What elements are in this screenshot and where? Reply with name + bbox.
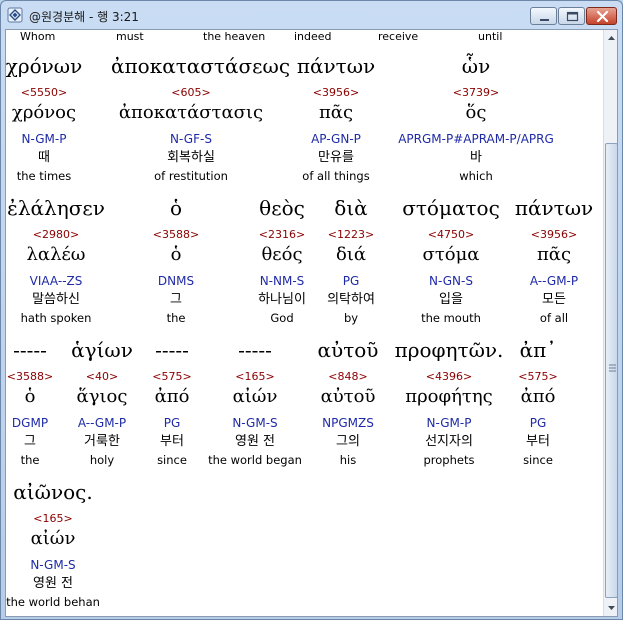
header-word: the heaven (203, 30, 266, 43)
lexical-form: ὅς (465, 102, 487, 123)
parsing-code: N-GM-P (21, 132, 67, 146)
english-gloss: of all things (302, 169, 370, 183)
parsing-code: A--GM-P (529, 274, 579, 288)
header-word: Whom (20, 30, 56, 43)
title-bar[interactable]: @원경분해 - 행 3:21 (1, 1, 622, 29)
greek-word: πάντων (296, 54, 376, 78)
strong-number: <5550> (20, 86, 68, 99)
parsing-code: N-GM-S (30, 558, 76, 572)
parsing-code: N-GF-S (170, 132, 212, 146)
lexical-form: ἀποκατάστασις (118, 102, 264, 123)
korean-gloss: 모든 (542, 292, 566, 307)
strong-number: <3739> (452, 86, 500, 99)
greek-word: ἀποκαταστάσεως (111, 54, 291, 78)
korean-gloss: 때 (38, 150, 50, 165)
strong-number: <575> (518, 370, 558, 383)
scroll-up-arrow-icon[interactable] (605, 31, 617, 46)
header-word: indeed (294, 30, 332, 43)
interlinear-view[interactable]: Whom must the heaven indeed receive unti… (5, 29, 618, 617)
scrollbar-thumb[interactable] (605, 143, 617, 598)
strong-number: <165> (33, 512, 73, 525)
window-title: @원경분해 - 행 3:21 (29, 10, 139, 24)
korean-gloss: 부터 (526, 434, 550, 449)
lexical-form: χρόνος (11, 102, 77, 123)
app-window: @원경분해 - 행 3:21 Whom must the heaven inde… (0, 0, 623, 620)
minimize-button[interactable] (530, 7, 557, 25)
greek-word: ὧν (461, 54, 491, 78)
english-gloss: of all (539, 311, 569, 325)
app-icon (7, 7, 23, 23)
header-word: until (478, 30, 503, 43)
lexical-form: πᾶς (536, 244, 572, 265)
vertical-scrollbar[interactable] (603, 30, 617, 616)
header-word: receive (378, 30, 419, 43)
greek-word: πάντων (514, 196, 594, 220)
greek-word: ἀπ᾽ (519, 338, 557, 362)
parsing-code: PG (529, 416, 547, 430)
korean-gloss: 바 (470, 150, 482, 165)
strong-number: <3956> (312, 86, 360, 99)
english-gloss: of restitution (154, 169, 228, 183)
lexical-form: αἰών (30, 528, 76, 549)
greek-word: χρόνων (5, 54, 83, 78)
maximize-button[interactable] (558, 7, 585, 25)
korean-gloss: 영원 전 (32, 576, 73, 591)
english-gloss: since (523, 453, 553, 467)
strong-number: <3956> (530, 228, 578, 241)
scroll-down-arrow-icon[interactable] (605, 600, 617, 615)
korean-gloss: 회복하실 (167, 150, 215, 165)
english-gloss: the world behan (6, 595, 100, 609)
english-gloss: which (459, 169, 493, 183)
interlinear-content: Whom must the heaven indeed receive unti… (6, 30, 602, 616)
header-word-row: Whom must the heaven indeed receive unti… (6, 30, 602, 48)
lexical-form: πᾶς (318, 102, 354, 123)
english-gloss: the times (16, 169, 72, 183)
lexical-form: ἀπό (520, 386, 556, 407)
greek-word: αἰῶνος. (13, 480, 93, 504)
strong-number: <605> (171, 86, 211, 99)
parsing-code: AP-GN-P (311, 132, 361, 146)
parsing-code: APRGM-P#APRAM-P/APRG (398, 132, 554, 146)
header-word: must (116, 30, 144, 43)
close-button[interactable] (586, 7, 617, 25)
korean-gloss: 만유를 (318, 150, 354, 165)
